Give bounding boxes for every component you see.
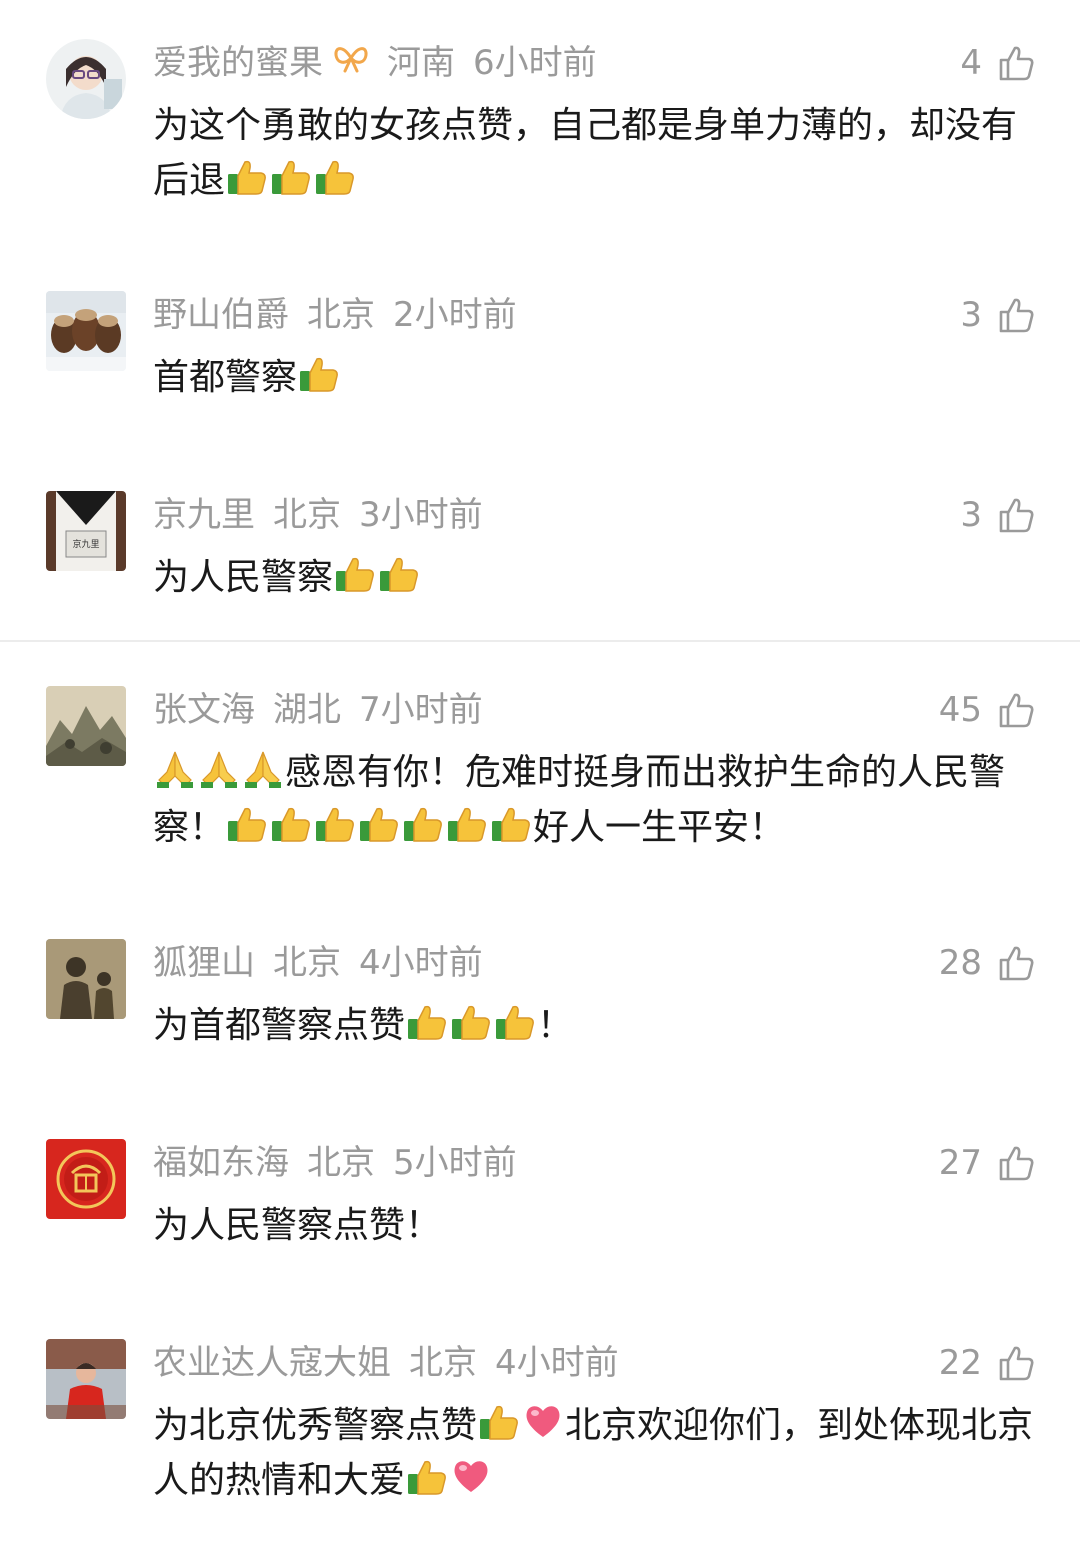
like-count: 4	[960, 43, 982, 83]
comment-text: 首都警察	[153, 350, 1043, 405]
comment-text-run: 首都警察	[153, 357, 298, 398]
comment-text: 为人民警察	[153, 550, 1043, 605]
thumbs-up-emoji	[225, 801, 269, 845]
location: 北京	[273, 495, 341, 535]
comment-text-run: 为人民警察	[153, 557, 334, 598]
like-count: 3	[960, 495, 982, 535]
thumbs-up-emoji	[405, 1454, 449, 1498]
username[interactable]: 农业达人寇大姐	[153, 1343, 391, 1383]
comment-meta: 福如东海 北京 5小时前	[153, 1135, 535, 1191]
comment-meta: 野山伯爵 北京 2小时前	[153, 287, 535, 343]
heart-emoji	[449, 1454, 493, 1498]
username[interactable]: 京九里	[153, 495, 255, 535]
thumbs-up-outline-icon	[999, 1346, 1034, 1381]
praying-hands-emoji	[153, 746, 197, 790]
thumbs-up-emoji	[449, 999, 493, 1043]
thumbs-up-emoji	[405, 999, 449, 1043]
thumbs-up-emoji	[357, 801, 401, 845]
thumbs-up-emoji	[225, 154, 269, 198]
location: 湖北	[273, 690, 341, 730]
thumbs-up-emoji	[401, 801, 445, 845]
praying-hands-emoji	[241, 746, 285, 790]
username[interactable]: 福如东海	[153, 1143, 289, 1183]
praying-hands-emoji	[197, 746, 241, 790]
like-count: 27	[938, 1143, 982, 1183]
comment-meta: 张文海 湖北 7小时前	[153, 682, 501, 738]
like-count: 45	[938, 690, 982, 730]
thumbs-up-emoji	[333, 551, 377, 595]
like-button[interactable]: 28	[939, 935, 1036, 991]
username[interactable]: 狐狸山	[153, 943, 255, 983]
thumbs-up-emoji	[493, 999, 537, 1043]
comment-meta: 爱我的蜜果 河南 6小时前	[153, 35, 615, 91]
username[interactable]: 爱我的蜜果	[153, 43, 323, 83]
timestamp: 4小时前	[359, 943, 483, 983]
timestamp: 7小时前	[359, 690, 483, 730]
thumbs-up-emoji	[313, 801, 357, 845]
thumbs-up-outline-icon	[999, 946, 1034, 981]
thumbs-up-emoji	[297, 351, 341, 395]
avatar[interactable]	[46, 686, 126, 766]
like-button[interactable]: 27	[939, 1135, 1036, 1191]
like-button[interactable]: 3	[960, 287, 1036, 343]
comment-text: 为北京优秀警察点赞 北京欢迎你们，到处体现北京人的热情和大爱	[153, 1398, 1043, 1508]
like-count: 3	[960, 295, 982, 335]
avatar[interactable]	[46, 1339, 126, 1419]
comment-text: 为这个勇敢的女孩点赞，自己都是身单力薄的，却没有后退	[153, 98, 1043, 208]
avatar[interactable]: 京九里	[46, 491, 126, 571]
thumbs-up-outline-icon	[999, 498, 1034, 533]
comment-text: 为首都警察点赞 ！	[153, 998, 1043, 1053]
comment-text: 感恩有你！危难时挺身而出救护生命的人民警察！ 好人一生平安！	[153, 745, 1043, 855]
avatar[interactable]	[46, 39, 126, 119]
comment-text-run: 为首都警察点赞	[153, 1005, 406, 1046]
location: 北京	[307, 1143, 375, 1183]
comment-text: 为人民警察点赞！	[153, 1198, 1043, 1253]
comment-meta: 京九里 北京 3小时前	[153, 487, 501, 543]
avatar[interactable]	[46, 939, 126, 1019]
like-button[interactable]: 45	[939, 682, 1036, 738]
thumbs-up-emoji	[313, 154, 357, 198]
timestamp: 4小时前	[495, 1343, 619, 1383]
comment-text-run: 为人民警察点赞！	[153, 1205, 442, 1246]
timestamp: 5小时前	[393, 1143, 517, 1183]
svg-text:京九里: 京九里	[72, 538, 99, 550]
location: 北京	[307, 295, 375, 335]
heart-emoji	[521, 1399, 565, 1443]
like-button[interactable]: 3	[960, 487, 1036, 543]
avatar[interactable]	[46, 291, 126, 371]
comment-text-run: ！	[537, 1005, 574, 1046]
thumbs-up-outline-icon	[999, 693, 1034, 728]
comment-meta: 狐狸山 北京 4小时前	[153, 935, 501, 991]
like-count: 22	[938, 1343, 982, 1383]
section-divider	[0, 640, 1080, 642]
comment-meta: 农业达人寇大姐 北京 4小时前	[153, 1335, 637, 1391]
like-count: 28	[938, 943, 982, 983]
like-button[interactable]: 4	[960, 35, 1036, 91]
username[interactable]: 野山伯爵	[153, 295, 289, 335]
thumbs-up-emoji	[269, 801, 313, 845]
like-button[interactable]: 22	[939, 1335, 1036, 1391]
thumbs-up-emoji	[377, 551, 421, 595]
location: 北京	[409, 1343, 477, 1383]
timestamp: 2小时前	[393, 295, 517, 335]
location: 河南	[387, 43, 455, 83]
comment-text-run: 为北京优秀警察点赞	[153, 1405, 478, 1446]
username[interactable]: 张文海	[153, 690, 255, 730]
thumbs-up-outline-icon	[999, 298, 1034, 333]
thumbs-up-outline-icon	[999, 46, 1034, 81]
thumbs-up-emoji	[489, 801, 533, 845]
location: 北京	[273, 943, 341, 983]
avatar[interactable]	[46, 1139, 126, 1219]
thumbs-up-emoji	[445, 801, 489, 845]
timestamp: 3小时前	[359, 495, 483, 535]
thumbs-up-outline-icon	[999, 1146, 1034, 1181]
thumbs-up-emoji	[477, 1399, 521, 1443]
bow-icon	[333, 34, 369, 90]
thumbs-up-emoji	[269, 154, 313, 198]
timestamp: 6小时前	[473, 43, 597, 83]
comment-text-run: 好人一生平安！	[533, 807, 786, 848]
